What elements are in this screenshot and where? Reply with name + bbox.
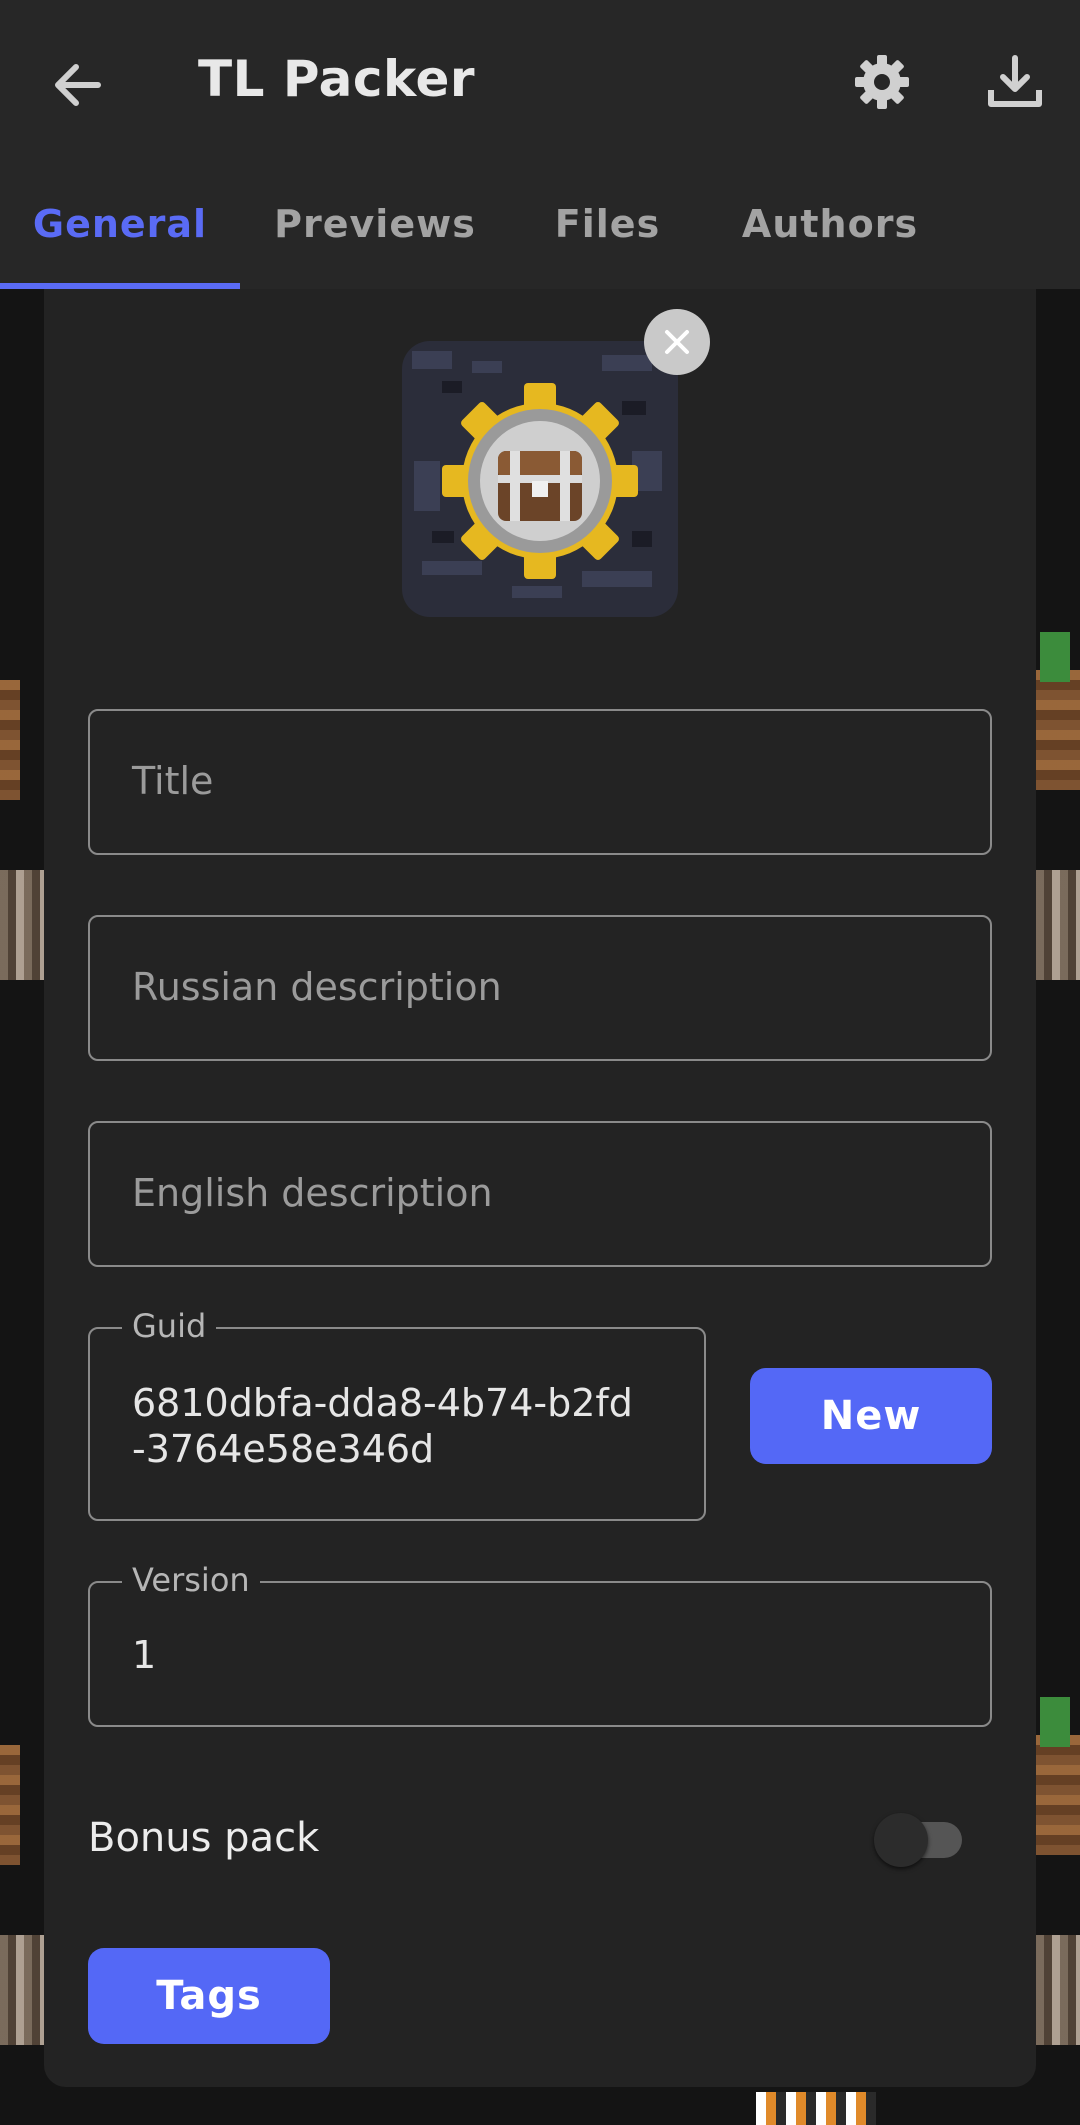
back-arrow-icon[interactable] (48, 55, 108, 115)
tab-previews[interactable]: Previews (250, 165, 500, 289)
russian-description-placeholder: Russian description (132, 965, 502, 1009)
background-sprite (0, 1935, 44, 2045)
tab-label: Authors (741, 202, 919, 246)
gear-icon[interactable] (852, 52, 912, 112)
background-sprite (1036, 870, 1080, 980)
background-sprite (1036, 670, 1080, 790)
guid-label: Guid (122, 1307, 217, 1345)
app-title: TL Packer (198, 50, 476, 108)
guid-value-line-1: 6810dbfa-dda8-4b74-b2fd (132, 1381, 633, 1425)
bonus-pack-label: Bonus pack (88, 1815, 320, 1861)
tags-button[interactable]: Tags (88, 1948, 330, 2044)
version-field[interactable]: Version 1 (88, 1561, 992, 1727)
bonus-pack-toggle-thumb[interactable] (874, 1813, 928, 1867)
background-sprite (0, 870, 44, 980)
guid-field[interactable]: Guid 6810dbfa-dda8-4b74-b2fd -3764e58e34… (88, 1307, 706, 1521)
background-sprite (1040, 1697, 1070, 1747)
tab-label: Previews (274, 202, 476, 246)
new-guid-button[interactable]: New (750, 1368, 992, 1464)
tags-button-label: Tags (156, 1973, 262, 2019)
guid-value-line-2: -3764e58e346d (132, 1427, 435, 1471)
app-bar: TL Packer (0, 0, 1080, 165)
background-sprite (0, 1745, 20, 1865)
title-placeholder: Title (132, 759, 214, 803)
title-field[interactable]: Title (88, 709, 992, 855)
background-sprite (1036, 1935, 1080, 2045)
new-button-label: New (820, 1393, 922, 1439)
tab-label: Files (554, 202, 661, 246)
background-sprite (1040, 632, 1070, 682)
background-sprite (1036, 1735, 1080, 1855)
tab-general[interactable]: General (0, 165, 240, 289)
background-sprite (0, 680, 20, 800)
pack-preview-image[interactable] (402, 341, 678, 617)
remove-image-button[interactable] (644, 309, 710, 375)
version-value: 1 (132, 1633, 157, 1677)
download-icon[interactable] (985, 52, 1045, 112)
version-label: Version (122, 1561, 260, 1599)
english-description-placeholder: English description (132, 1171, 493, 1215)
tab-authors[interactable]: Authors (725, 165, 935, 289)
background-sprite (756, 2092, 876, 2125)
close-icon (665, 330, 689, 354)
tab-label: General (32, 202, 208, 246)
tab-files[interactable]: Files (530, 165, 685, 289)
russian-description-field[interactable]: Russian description (88, 915, 992, 1061)
tab-bar: General Previews Files Authors (0, 165, 1080, 289)
english-description-field[interactable]: English description (88, 1121, 992, 1267)
